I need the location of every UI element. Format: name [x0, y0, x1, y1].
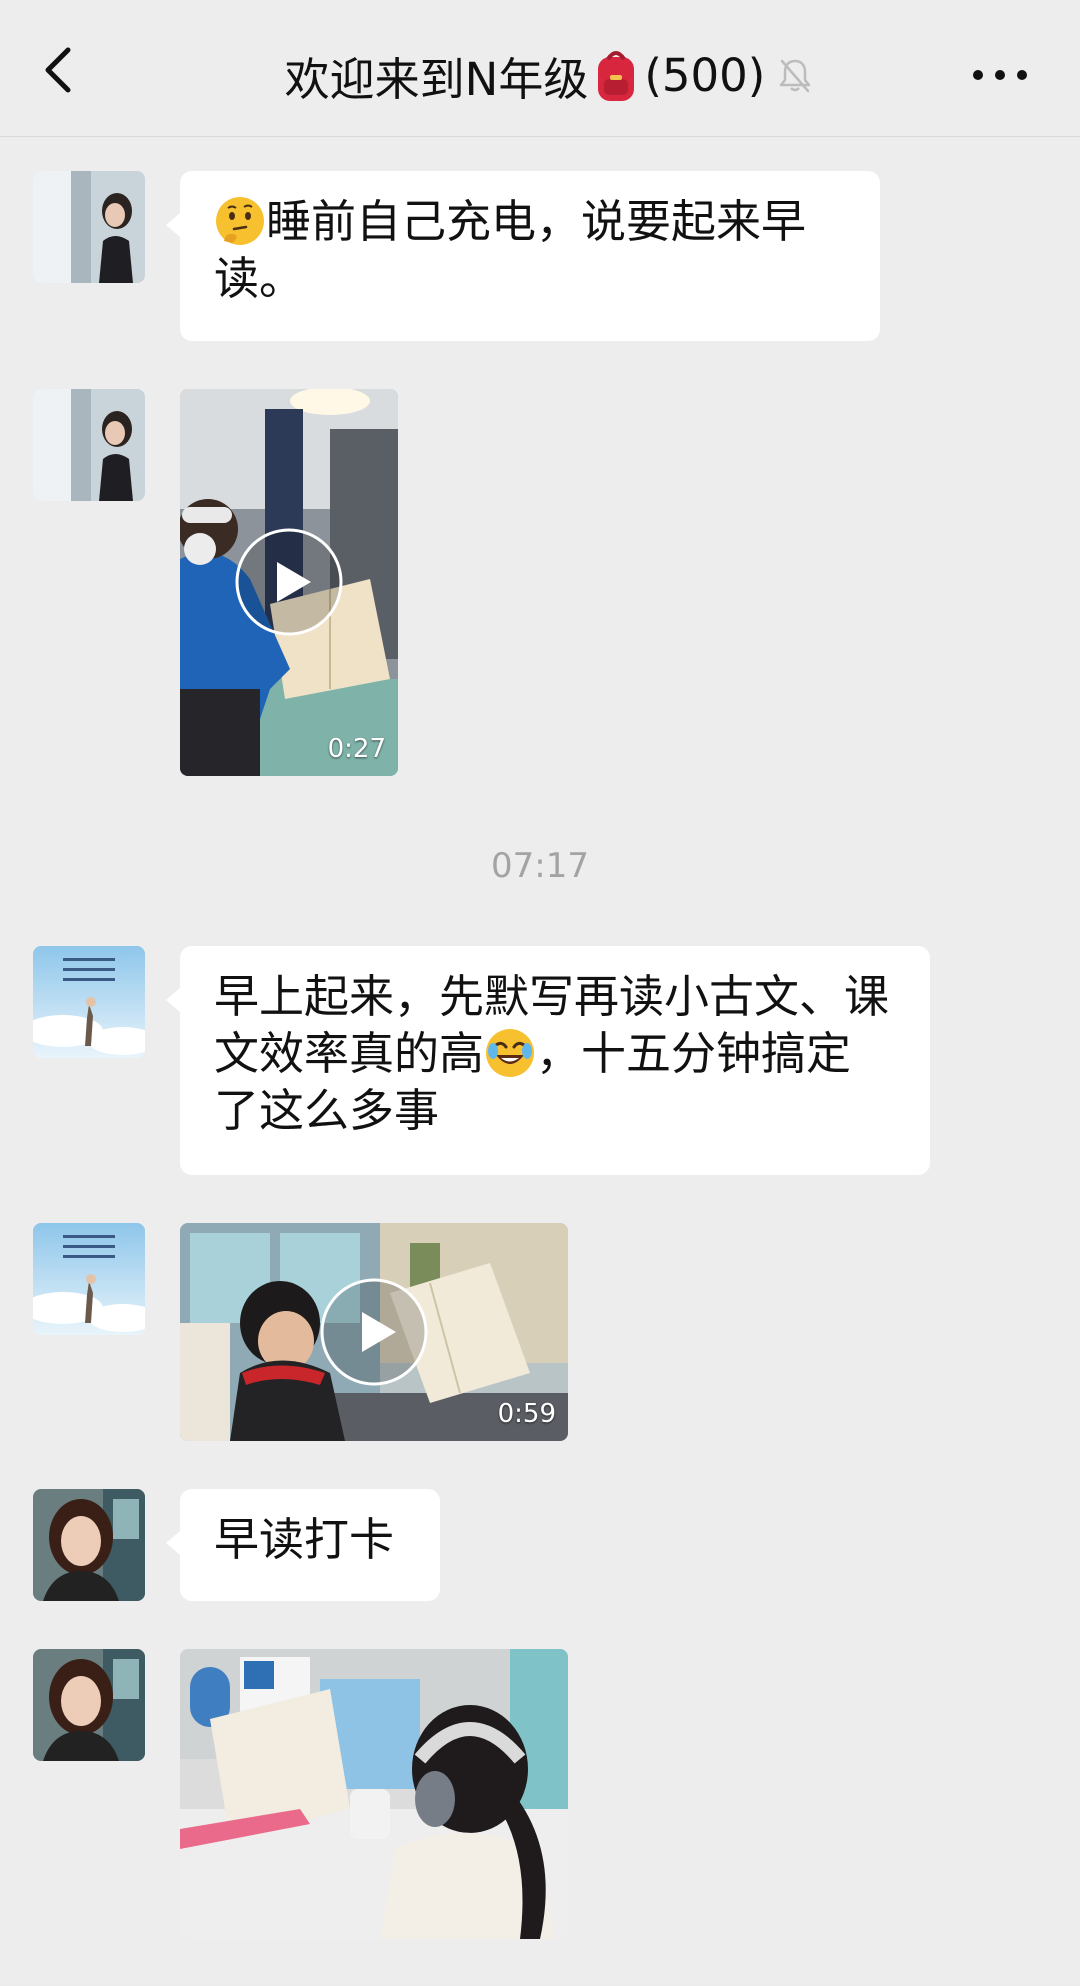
avatar[interactable]	[33, 171, 145, 283]
chat-title[interactable]: 欢迎来到N年级 (500)	[230, 40, 870, 110]
chevron-left-icon	[45, 47, 71, 93]
rolling-laughing-icon	[486, 1029, 535, 1077]
more-dots-icon	[973, 70, 1027, 80]
video-duration: 0:59	[497, 1399, 556, 1429]
message-text: 早读打卡	[214, 1513, 395, 1566]
avatar[interactable]	[33, 946, 145, 1058]
mute-bell-icon	[780, 59, 811, 93]
back-button[interactable]	[30, 40, 90, 100]
backpack-icon	[598, 51, 635, 101]
avatar[interactable]	[33, 1223, 145, 1335]
message-bubble[interactable]: 睡前自己充电，说要起来早读。	[166, 171, 880, 341]
chat-screen: 欢迎来到N年级 (500) 睡前自己充电，说要起来早读。 0:27 07:17 …	[0, 0, 1080, 1986]
more-options-button[interactable]	[970, 55, 1030, 95]
video-message[interactable]: 0:59	[180, 1223, 568, 1441]
group-name: 欢迎来到N年级	[284, 52, 589, 106]
play-icon	[320, 1278, 428, 1386]
avatar[interactable]	[33, 1489, 145, 1601]
video-message[interactable]: 0:27	[180, 389, 398, 776]
timestamp: 07:17	[491, 846, 589, 886]
member-count: (500)	[644, 48, 766, 102]
message-bubble[interactable]: 早上起来，先默写再读小古文、课文效率真的高 ，十五分钟搞定了这么多事	[166, 946, 930, 1175]
avatar[interactable]	[33, 389, 145, 501]
thinking-face-icon	[216, 197, 264, 245]
message-text: 睡前自己充电，说要起来早读。	[214, 195, 807, 305]
video-duration: 0:27	[327, 734, 386, 764]
play-icon	[235, 528, 343, 636]
image-message[interactable]	[180, 1649, 568, 1939]
message-bubble[interactable]: 早读打卡	[166, 1489, 440, 1601]
photo-thumbnail	[180, 1649, 568, 1939]
avatar[interactable]	[33, 1649, 145, 1761]
chat-header: 欢迎来到N年级 (500)	[0, 0, 1080, 137]
